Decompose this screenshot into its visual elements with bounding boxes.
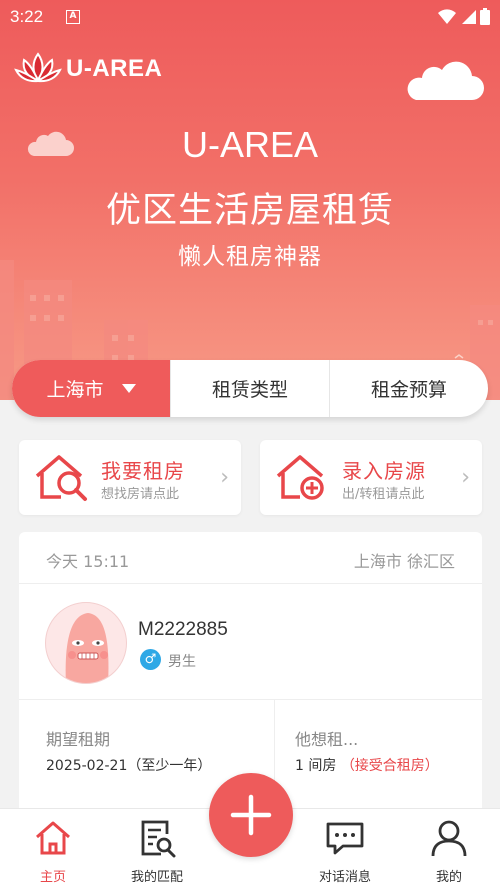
listing-location: 上海市 徐汇区 bbox=[353, 552, 455, 571]
want-section: 他想租... 1 间房 （接受合租房） bbox=[275, 700, 482, 810]
quick-actions: 我要租房 想找房请点此 › 录入房源 出/转租请点此 › bbox=[19, 440, 482, 515]
nav-label: 我的 bbox=[435, 870, 462, 885]
city-selector[interactable]: 上海市 bbox=[12, 360, 170, 417]
plus-icon bbox=[230, 794, 272, 836]
wifi-icon bbox=[438, 8, 456, 24]
avatar-illustration bbox=[65, 613, 109, 683]
nav-label: 对话消息 bbox=[318, 870, 371, 885]
action-title: 录入房源 bbox=[342, 459, 426, 483]
nav-profile[interactable]: 我的 bbox=[404, 809, 494, 888]
username: M2222885 bbox=[138, 619, 228, 640]
brand-name: U-AREA bbox=[66, 55, 163, 82]
status-icons bbox=[438, 8, 490, 25]
brand-logo: U-AREA bbox=[14, 50, 162, 88]
action-subtitle: 出/转租请点此 bbox=[342, 487, 425, 502]
action-title: 我要租房 bbox=[101, 459, 185, 483]
male-icon: ♂ bbox=[140, 649, 161, 670]
chat-icon bbox=[326, 822, 364, 855]
want-label: 他想租... bbox=[295, 730, 359, 749]
lotus-logo-icon bbox=[14, 52, 62, 83]
status-bar: 3:22 A bbox=[0, 0, 500, 34]
chevron-right-icon: › bbox=[220, 465, 229, 490]
signal-icon bbox=[462, 9, 476, 24]
want-value-row: 1 间房 （接受合租房） bbox=[295, 755, 439, 775]
want-to-rent-button[interactable]: 我要租房 想找房请点此 › bbox=[19, 440, 241, 515]
notification-badge: A bbox=[66, 10, 80, 24]
caret-down-icon bbox=[121, 384, 136, 393]
battery-icon bbox=[480, 8, 490, 25]
add-listing-button[interactable]: 录入房源 出/转租请点此 › bbox=[260, 440, 482, 515]
nav-messages[interactable]: 对话消息 bbox=[300, 809, 390, 888]
filter-bar: 上海市 租赁类型 租金预算 bbox=[12, 360, 488, 417]
nav-home[interactable]: 主页 bbox=[8, 809, 98, 888]
add-button[interactable] bbox=[209, 773, 293, 857]
city-label: 上海市 bbox=[46, 379, 104, 401]
period-value: 2025-02-21（至少一年） bbox=[46, 758, 212, 774]
house-search-icon bbox=[35, 455, 87, 501]
listing-header: 今天 15:11 上海市 徐汇区 bbox=[19, 532, 482, 584]
nav-label: 主页 bbox=[39, 870, 66, 885]
avatar[interactable] bbox=[45, 602, 127, 684]
chevron-right-icon: › bbox=[461, 465, 470, 490]
status-time: 3:22 bbox=[10, 7, 44, 26]
cloud-icon bbox=[407, 61, 484, 100]
nav-label: 我的匹配 bbox=[130, 870, 183, 885]
action-subtitle: 想找房请点此 bbox=[101, 487, 180, 502]
rent-budget-filter[interactable]: 租金预算 bbox=[329, 360, 488, 417]
hero-banner: 3:22 A U-AREA U-AREA 优区生活房屋租赁 懒人租房神器 bbox=[0, 0, 500, 400]
rental-type-filter[interactable]: 租赁类型 bbox=[170, 360, 329, 417]
nav-matches[interactable]: 我的匹配 bbox=[112, 809, 202, 888]
hero-title: U-AREA bbox=[181, 124, 319, 165]
user-icon bbox=[431, 820, 467, 857]
want-note: （接受合租房） bbox=[340, 758, 439, 774]
want-value: 1 间房 bbox=[295, 758, 337, 774]
house-add-icon bbox=[276, 455, 324, 500]
period-label: 期望租期 bbox=[46, 730, 111, 749]
match-search-icon bbox=[141, 820, 176, 858]
hero-tagline: 懒人租房神器 bbox=[178, 244, 322, 270]
listing-time: 今天 15:11 bbox=[46, 552, 130, 571]
hero-subtitle: 优区生活房屋租赁 bbox=[105, 191, 394, 231]
gender-label: 男生 bbox=[168, 654, 196, 670]
home-icon bbox=[36, 821, 70, 855]
